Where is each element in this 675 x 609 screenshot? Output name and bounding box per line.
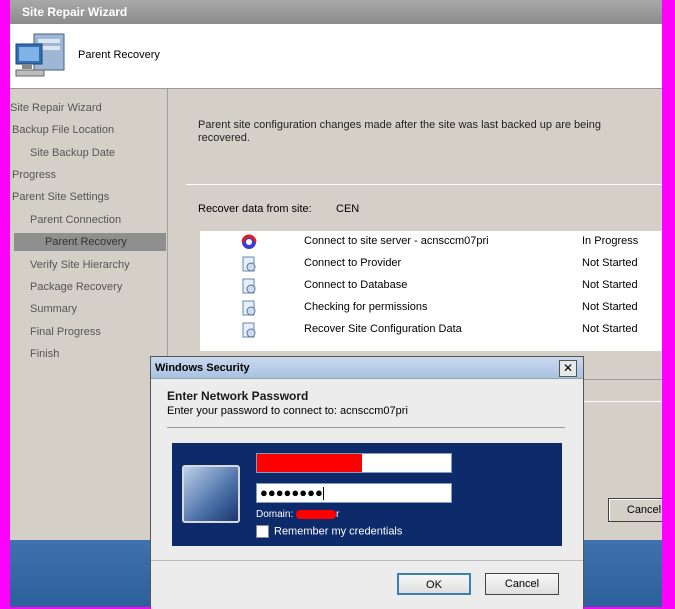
task-row: Connect to Provider Not Started	[200, 253, 662, 275]
redaction-bar	[296, 509, 337, 519]
task-name: Checking for permissions	[304, 301, 428, 313]
step-summary[interactable]: Summary	[30, 300, 77, 318]
dialog-title: Windows Security	[151, 357, 583, 379]
task-name: Connect to Database	[304, 279, 408, 291]
pending-icon	[242, 256, 256, 272]
password-mask: ●●●●●●●●	[260, 485, 323, 500]
task-status: Not Started	[582, 257, 638, 269]
recover-from-value: CEN	[336, 203, 360, 215]
step-site-backup-date[interactable]: Site Backup Date	[30, 144, 115, 162]
task-row: Connect to site server - acnsccm07pri In…	[200, 231, 662, 253]
username-field[interactable]	[256, 453, 452, 473]
task-list: Connect to site server - acnsccm07pri In…	[200, 231, 662, 351]
windows-security-dialog: Windows Security ✕ Enter Network Passwor…	[150, 356, 584, 609]
recovery-description: Parent site configuration changes made a…	[198, 119, 601, 144]
page-title: Parent Recovery	[78, 49, 160, 61]
domain-value: r	[336, 509, 340, 520]
domain-line: Domain: r	[256, 509, 339, 520]
wizard-header: Parent Recovery	[10, 24, 662, 89]
computer-icon	[15, 33, 65, 77]
ok-button[interactable]: OK	[397, 573, 471, 595]
user-avatar-icon	[182, 465, 240, 523]
task-row: Recover Site Configuration Data Not Star…	[200, 319, 662, 341]
dialog-footer: OK Cancel	[151, 560, 583, 609]
remember-credentials-checkbox[interactable]: Remember my credentials	[256, 525, 402, 538]
step-progress[interactable]: Progress	[12, 166, 56, 184]
step-site-repair-wizard[interactable]: Site Repair Wizard	[10, 99, 102, 117]
pending-icon	[242, 322, 256, 338]
divider	[167, 427, 565, 428]
task-name: Connect to Provider	[304, 257, 402, 269]
step-parent-connection[interactable]: Parent Connection	[30, 211, 121, 229]
pending-icon	[242, 300, 256, 316]
credential-panel: ●●●●●●●● Domain: r Remember my credentia…	[172, 443, 562, 546]
wizard-step-list: Site Repair Wizard Backup File Location …	[10, 89, 167, 540]
task-row: Checking for permissions Not Started	[200, 297, 662, 319]
task-name: Recover Site Configuration Data	[304, 323, 462, 335]
step-parent-recovery[interactable]: Parent Recovery	[14, 233, 166, 251]
step-backup-file-location[interactable]: Backup File Location	[12, 121, 114, 139]
domain-label: Domain:	[256, 509, 294, 520]
step-parent-site-settings[interactable]: Parent Site Settings	[12, 188, 109, 206]
step-verify-site-hierarchy[interactable]: Verify Site Hierarchy	[30, 256, 130, 274]
password-field[interactable]: ●●●●●●●●	[256, 483, 452, 503]
dialog-heading: Enter Network Password	[167, 389, 309, 403]
task-name: Connect to site server - acnsccm07pri	[304, 235, 489, 247]
remember-label: Remember my credentials	[274, 525, 403, 538]
task-row: Connect to Database Not Started	[200, 275, 662, 297]
dialog-subtext: Enter your password to connect to: acnsc…	[167, 405, 408, 417]
close-icon[interactable]: ✕	[559, 360, 577, 377]
task-status: In Progress	[582, 235, 639, 247]
step-package-recovery[interactable]: Package Recovery	[30, 278, 122, 296]
wizard-cancel-button[interactable]: Cancel	[608, 498, 662, 522]
redaction-bar	[257, 454, 362, 472]
step-finish[interactable]: Finish	[30, 345, 59, 363]
pending-icon	[242, 278, 256, 294]
recover-from-label: Recover data from site:	[198, 203, 312, 215]
checkbox-icon[interactable]	[256, 525, 269, 538]
task-status: Not Started	[582, 301, 638, 313]
window-title: Site Repair Wizard	[10, 0, 662, 24]
divider	[186, 184, 662, 185]
in-progress-icon	[241, 234, 257, 249]
cancel-button[interactable]: Cancel	[485, 573, 559, 595]
task-status: Not Started	[582, 279, 638, 291]
step-final-progress[interactable]: Final Progress	[30, 323, 101, 341]
text-caret	[322, 487, 324, 501]
task-status: Not Started	[582, 323, 638, 335]
